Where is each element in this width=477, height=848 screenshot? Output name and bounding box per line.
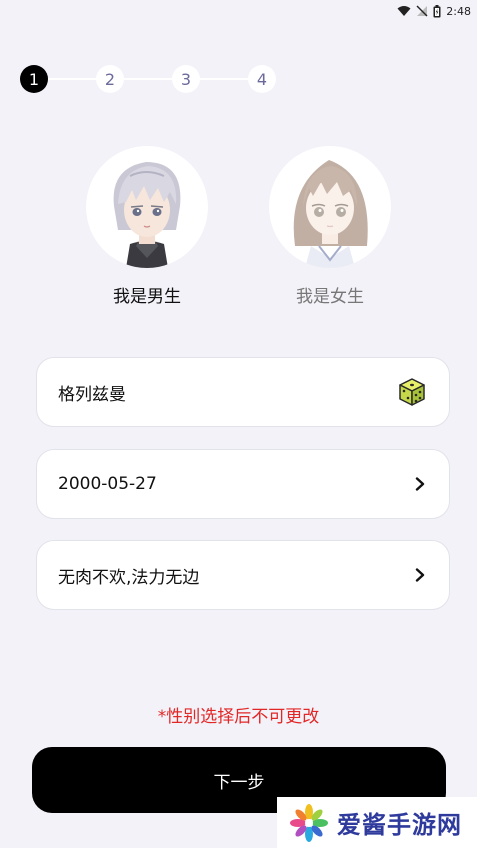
step-3: 3: [172, 65, 200, 93]
status-bar: 2:48: [0, 0, 477, 22]
gender-warning-text: *性别选择后不可更改: [157, 707, 320, 727]
nickname-value: 格列兹曼: [58, 384, 126, 405]
step-2: 2: [96, 65, 124, 93]
battery-icon: [433, 4, 441, 17]
nickname-field[interactable]: 格列兹曼: [36, 357, 450, 427]
chevron-right-icon: [415, 568, 425, 582]
female-avatar[interactable]: [269, 146, 391, 268]
no-signal-icon: [416, 5, 428, 17]
step-1: 1: [20, 65, 48, 93]
male-avatar[interactable]: [86, 146, 208, 268]
wifi-icon: [397, 6, 411, 16]
watermark-text: 爱酱手游网: [337, 811, 462, 839]
signature-value: 无肉不欢,法力无边: [58, 567, 200, 588]
status-time: 2:48: [446, 4, 471, 18]
chevron-right-icon: [415, 477, 425, 491]
birthday-field[interactable]: 2000-05-27: [36, 449, 450, 519]
watermark-flower-logo: [290, 803, 328, 842]
step-connector: [124, 78, 174, 80]
step-connector: [48, 78, 98, 80]
female-label: 我是女生: [296, 287, 364, 307]
female-character-image: [293, 160, 368, 268]
birthday-value: 2000-05-27: [58, 474, 157, 494]
progress-stepper: 1 2 3 4: [20, 64, 280, 94]
dice-icon[interactable]: [397, 377, 427, 407]
gender-option-male[interactable]: 我是男生: [85, 146, 209, 307]
step-4: 4: [248, 65, 276, 93]
male-character-image: [113, 162, 181, 268]
signature-field[interactable]: 无肉不欢,法力无边: [36, 540, 450, 610]
watermark: 爱酱手游网: [277, 797, 477, 848]
step-connector: [200, 78, 250, 80]
status-icons: 2:48: [397, 3, 471, 19]
male-label: 我是男生: [113, 287, 181, 307]
gender-option-female[interactable]: 我是女生: [268, 146, 392, 307]
